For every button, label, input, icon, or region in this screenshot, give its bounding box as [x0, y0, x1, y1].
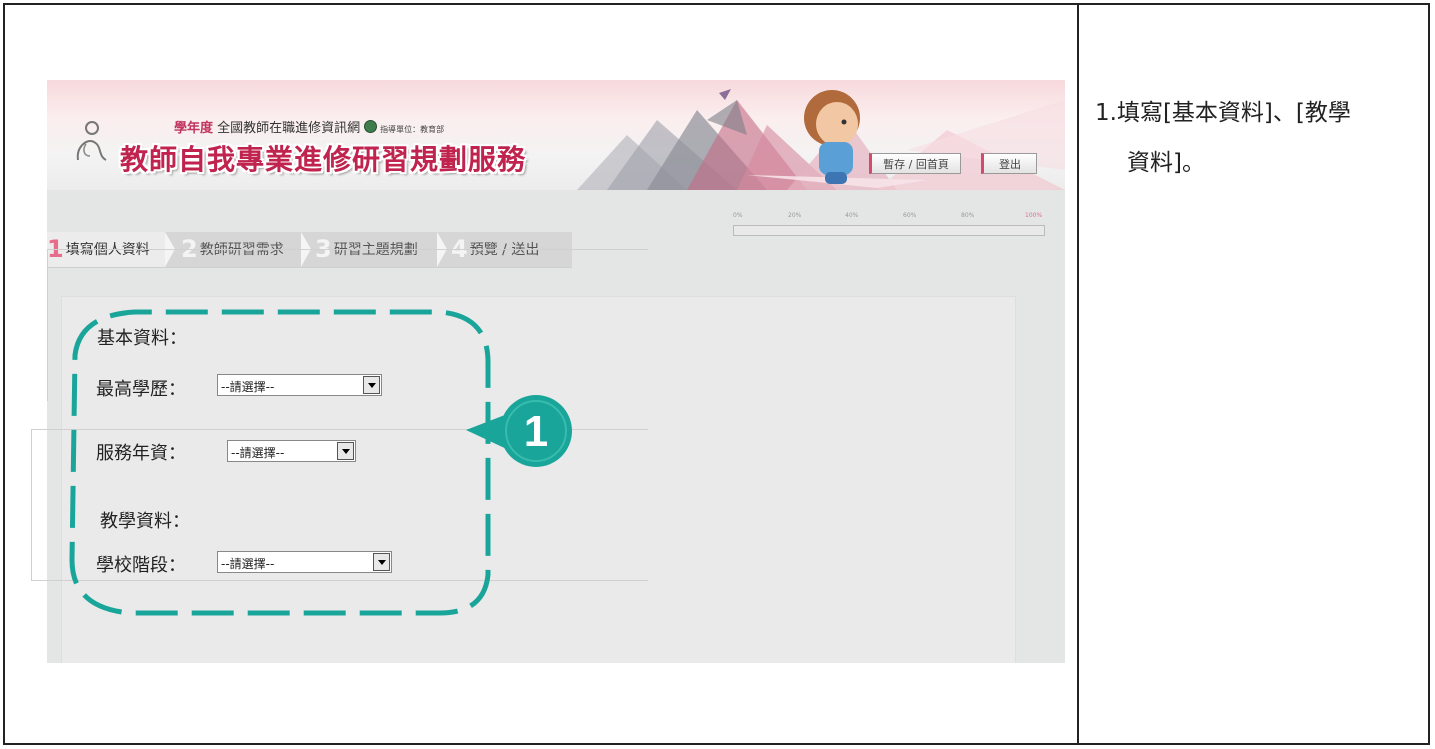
instruction-line-1: 1.填寫[基本資料]、[教學: [1095, 100, 1351, 126]
callout-dashed-outline: [69, 309, 491, 616]
instruction-text: 1.填寫[基本資料]、[教學 資料]。: [1095, 88, 1420, 188]
instruction-line-2: 資料]。: [1127, 150, 1205, 176]
callout-number: 1: [524, 407, 548, 456]
